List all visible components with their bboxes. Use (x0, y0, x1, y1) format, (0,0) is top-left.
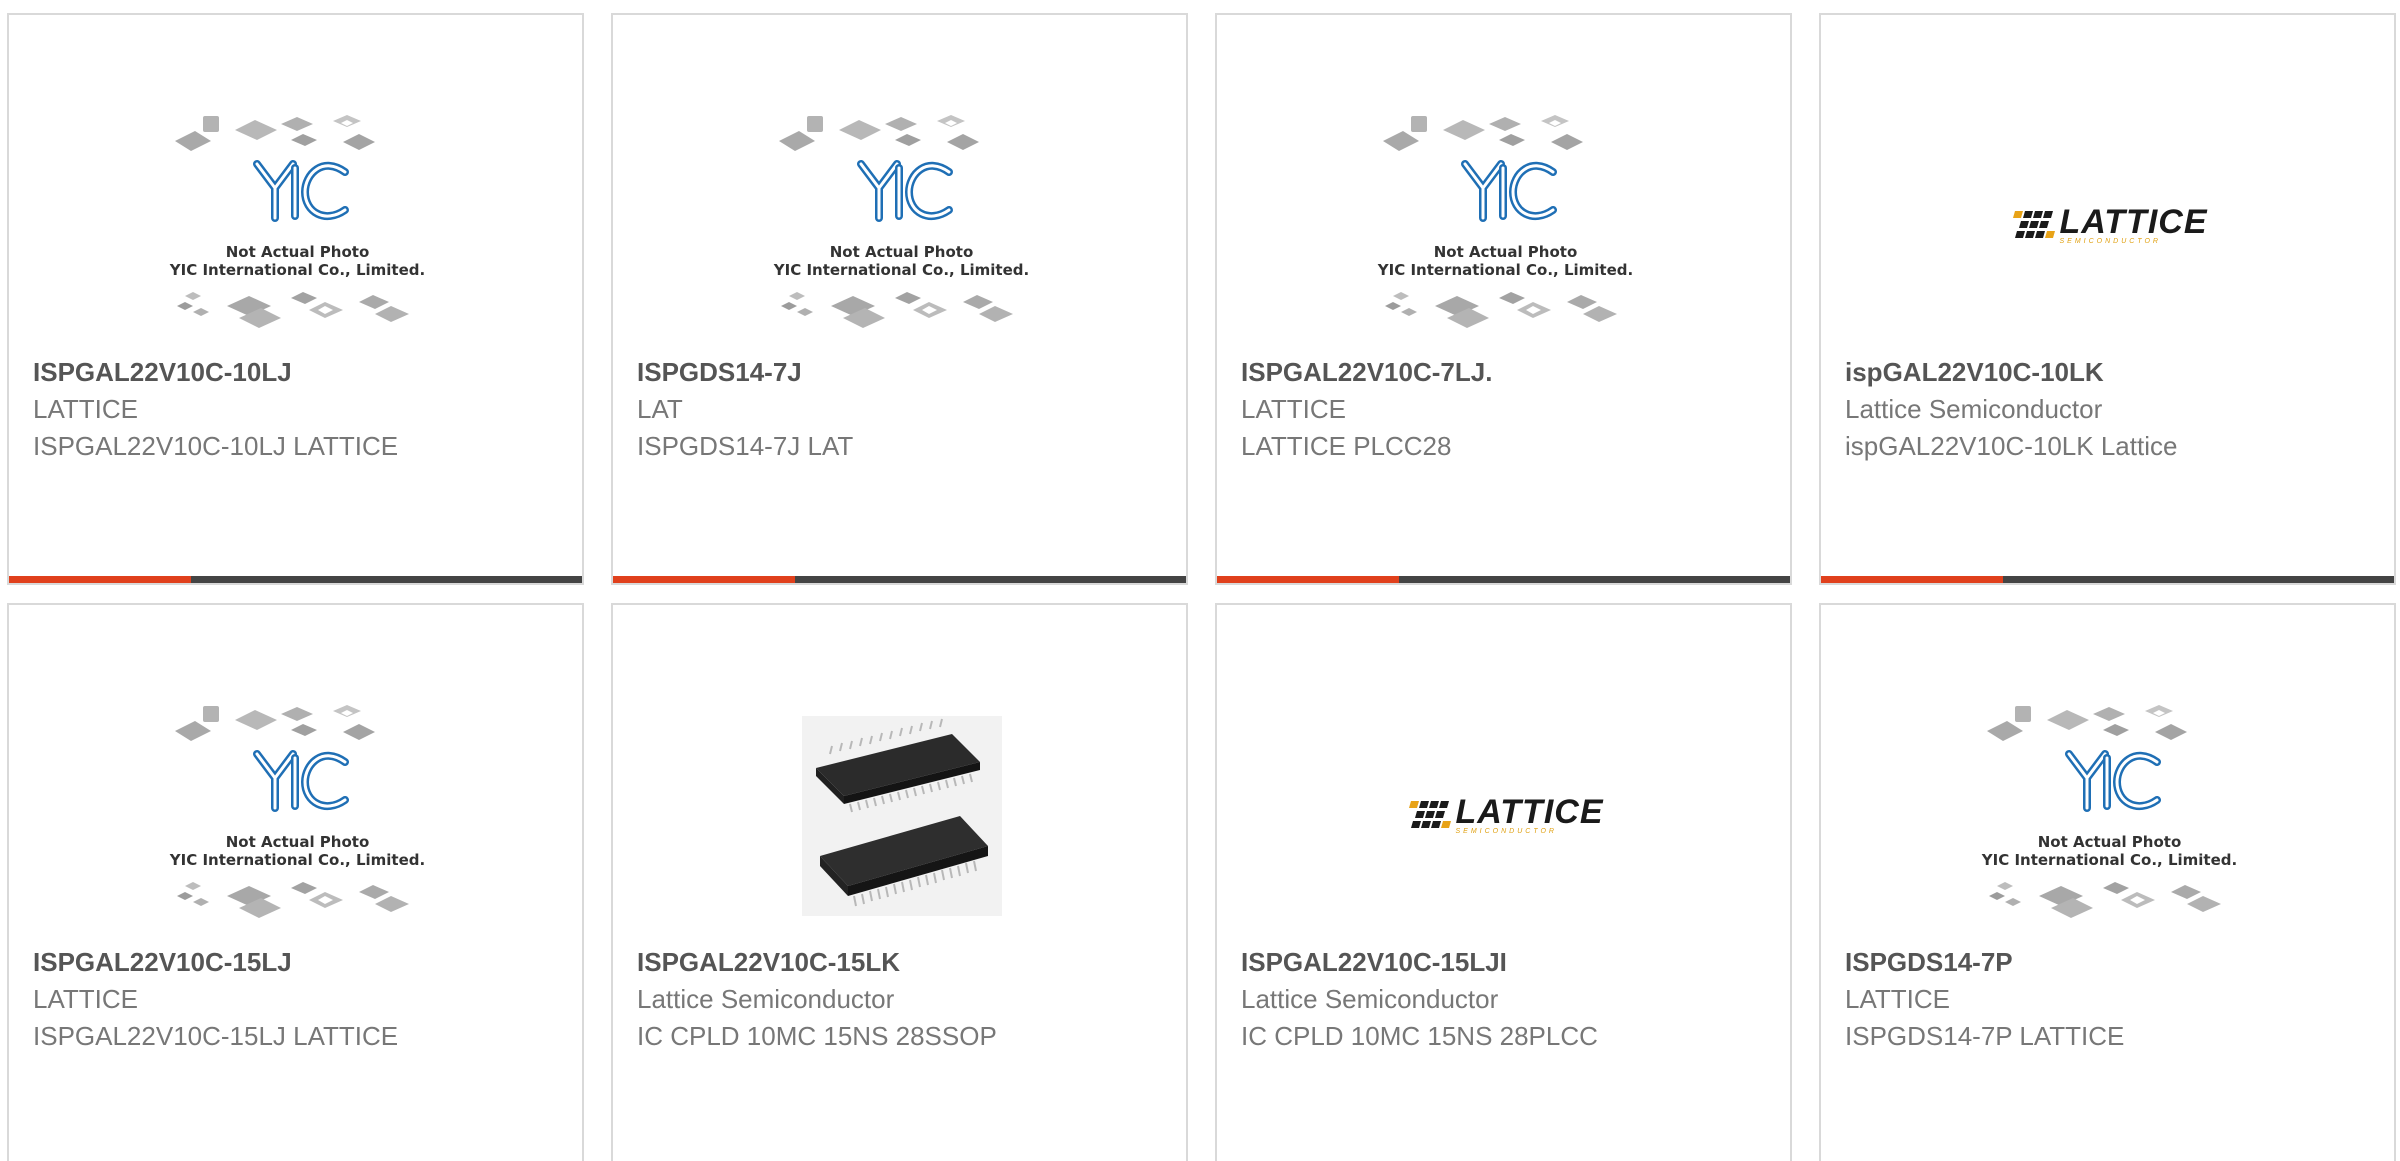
yic-logo (1460, 159, 1557, 222)
accent-bar-red (1217, 576, 1399, 583)
part-number[interactable]: ISPGAL22V10C-7LJ. (1241, 357, 1492, 388)
product-image[interactable]: Not Actual Photo YIC International Co., … (613, 93, 1190, 358)
yic-logo (252, 159, 349, 222)
placeholder-line1: Not Actual Photo (225, 832, 370, 851)
manufacturer: LAT (637, 394, 683, 424)
lattice-grid-icon (2013, 210, 2056, 238)
product-image[interactable]: Not Actual Photo YIC International Co., … (1821, 683, 2398, 948)
product-card-1[interactable]: Not Actual Photo YIC International Co., … (7, 13, 584, 585)
manufacturer: LATTICE (33, 394, 138, 424)
card-accent-bar (613, 576, 1186, 583)
product-card-8[interactable]: Not Actual Photo YIC International Co., … (1819, 603, 2396, 1161)
manufacturer: LATTICE (1845, 984, 1950, 1014)
yic-logo (2064, 749, 2161, 812)
product-image[interactable]: Not Actual Photo YIC International Co., … (9, 93, 586, 358)
placeholder-caption: Not Actual Photo YIC International Co., … (163, 243, 433, 279)
accent-bar-red (9, 576, 191, 583)
accent-bar-red (613, 576, 795, 583)
card-accent-bar (9, 576, 582, 583)
lattice-logo: LATTICE SEMICONDUCTOR (1407, 792, 1604, 836)
accent-bar-dark (795, 576, 1186, 583)
accent-bar-dark (191, 576, 582, 583)
manufacturer: Lattice Semiconductor (1845, 394, 2103, 424)
chip-collage-icon (174, 704, 409, 918)
description: ISPGAL22V10C-10LJ LATTICE (33, 431, 399, 461)
placeholder-caption: Not Actual Photo YIC International Co., … (163, 833, 433, 869)
product-card-3[interactable]: Not Actual Photo YIC International Co., … (1215, 13, 1792, 585)
product-image[interactable]: LATTICE SEMICONDUCTOR (1821, 93, 2398, 358)
placeholder-caption: Not Actual Photo YIC International Co., … (767, 243, 1037, 279)
product-grid: Not Actual Photo YIC International Co., … (0, 0, 2400, 1161)
part-number[interactable]: ispGAL22V10C-10LK (1845, 357, 2104, 388)
lattice-logo: LATTICE SEMICONDUCTOR (2011, 202, 2208, 246)
product-card-4[interactable]: LATTICE SEMICONDUCTOR ispGAL22V10C-10LK … (1819, 13, 2396, 585)
description: LATTICE PLCC28 (1241, 431, 1452, 461)
placeholder-line1: Not Actual Photo (225, 242, 370, 261)
lattice-tagline: SEMICONDUCTOR (2059, 237, 2161, 245)
description: ispGAL22V10C-10LK Lattice (1845, 431, 2178, 461)
placeholder-line1: Not Actual Photo (2037, 832, 2182, 851)
accent-bar-dark (2003, 576, 2394, 583)
manufacturer: Lattice Semiconductor (1241, 984, 1499, 1014)
card-accent-bar (1217, 576, 1790, 583)
product-card-2[interactable]: Not Actual Photo YIC International Co., … (611, 13, 1188, 585)
chip-collage-icon (174, 114, 409, 328)
placeholder-image: Not Actual Photo YIC International Co., … (163, 106, 433, 346)
part-number[interactable]: ISPGAL22V10C-10LJ (33, 357, 292, 388)
placeholder-line1: Not Actual Photo (829, 242, 974, 261)
product-image[interactable]: Not Actual Photo YIC International Co., … (1217, 93, 1794, 358)
placeholder-image: Not Actual Photo YIC International Co., … (1975, 696, 2245, 936)
placeholder-caption: Not Actual Photo YIC International Co., … (1975, 833, 2245, 869)
part-number[interactable]: ISPGAL22V10C-15LJ (33, 947, 292, 978)
lattice-brand: LATTICE (1455, 792, 1604, 831)
part-number[interactable]: ISPGAL22V10C-15LJI (1241, 947, 1507, 978)
description: IC CPLD 10MC 15NS 28PLCC (1241, 1021, 1598, 1051)
description: ISPGDS14-7P LATTICE (1845, 1021, 2125, 1051)
lattice-tagline: SEMICONDUCTOR (1455, 827, 1557, 835)
card-accent-bar (1821, 576, 2394, 583)
placeholder-line2: YIC International Co., Limited. (169, 850, 426, 869)
placeholder-line2: YIC International Co., Limited. (1377, 260, 1634, 279)
description: IC CPLD 10MC 15NS 28SSOP (637, 1021, 997, 1051)
placeholder-caption: Not Actual Photo YIC International Co., … (1371, 243, 1641, 279)
chip-collage-icon (778, 114, 1013, 328)
lattice-grid-icon (1409, 800, 1452, 828)
description: ISPGAL22V10C-15LJ LATTICE (33, 1021, 399, 1051)
yic-logo (252, 749, 349, 812)
placeholder-line2: YIC International Co., Limited. (1981, 850, 2238, 869)
accent-bar-dark (1399, 576, 1790, 583)
placeholder-image: Not Actual Photo YIC International Co., … (767, 106, 1037, 346)
manufacturer: Lattice Semiconductor (637, 984, 895, 1014)
accent-bar-red (1821, 576, 2003, 583)
placeholder-line1: Not Actual Photo (1433, 242, 1578, 261)
part-number[interactable]: ISPGDS14-7J (637, 357, 802, 388)
product-image[interactable]: LATTICE SEMICONDUCTOR (1217, 683, 1794, 948)
placeholder-image: Not Actual Photo YIC International Co., … (1371, 106, 1641, 346)
yic-logo (856, 159, 953, 222)
manufacturer: LATTICE (33, 984, 138, 1014)
ssop-chip-photo (801, 715, 1002, 916)
placeholder-image: Not Actual Photo YIC International Co., … (163, 696, 433, 936)
part-number[interactable]: ISPGDS14-7P (1845, 947, 2013, 978)
product-card-5[interactable]: Not Actual Photo YIC International Co., … (7, 603, 584, 1161)
product-image[interactable] (613, 683, 1190, 948)
part-number[interactable]: ISPGAL22V10C-15LK (637, 947, 900, 978)
description: ISPGDS14-7J LAT (637, 431, 854, 461)
placeholder-line2: YIC International Co., Limited. (773, 260, 1030, 279)
product-image[interactable]: Not Actual Photo YIC International Co., … (9, 683, 586, 948)
chip-collage-icon (1986, 704, 2221, 918)
product-card-6[interactable]: ISPGAL22V10C-15LK Lattice Semiconductor … (611, 603, 1188, 1161)
chip-collage-icon (1382, 114, 1617, 328)
product-card-7[interactable]: LATTICE SEMICONDUCTOR ISPGAL22V10C-15LJI… (1215, 603, 1792, 1161)
placeholder-line2: YIC International Co., Limited. (169, 260, 426, 279)
manufacturer: LATTICE (1241, 394, 1346, 424)
lattice-brand: LATTICE (2059, 202, 2208, 241)
